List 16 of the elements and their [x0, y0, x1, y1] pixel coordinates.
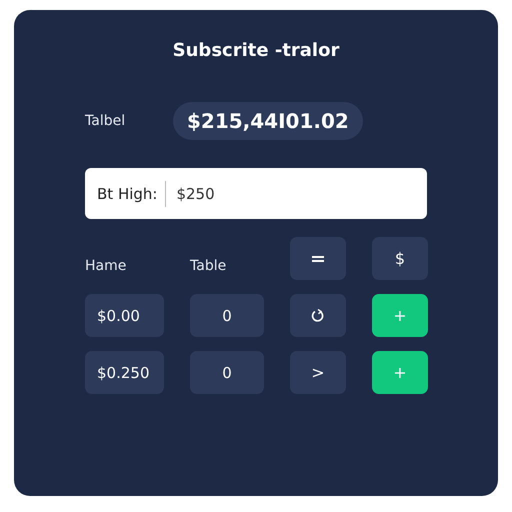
field-label: Bt High:	[97, 180, 166, 206]
refresh-button[interactable]	[290, 294, 346, 337]
equals-icon	[312, 256, 324, 262]
total-value: $215,44I01.02	[173, 102, 363, 140]
total-label: Talbel	[85, 113, 126, 129]
quantity-cell: 0	[190, 351, 264, 394]
next-button[interactable]: >	[290, 351, 346, 394]
column-header: Hame	[85, 258, 128, 276]
refresh-icon	[311, 308, 325, 322]
amount-cell: $0.00	[85, 294, 164, 337]
amount-cell: $0.250	[85, 351, 164, 394]
column-header: Table	[190, 258, 228, 276]
input-field[interactable]: $250	[174, 184, 378, 204]
currency-button[interactable]: $	[372, 237, 428, 280]
card-title: Subscrite -tralor	[172, 40, 340, 62]
quantity-cell: 0	[190, 294, 264, 337]
